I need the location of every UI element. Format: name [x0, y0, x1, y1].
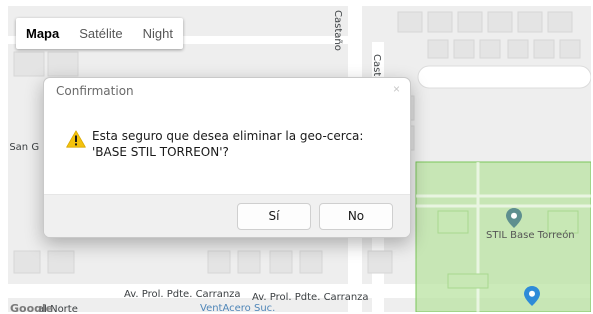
warning-icon	[66, 130, 86, 148]
poi-label-ventacero[interactable]: VentAcero Suc.	[200, 303, 275, 312]
map-type-control: Mapa Satélite Night	[16, 18, 183, 49]
map-type-satellite[interactable]: Satélite	[69, 18, 132, 49]
dialog-title: Confirmation	[56, 84, 134, 98]
map-type-night[interactable]: Night	[133, 18, 183, 49]
dialog-message: Esta seguro que desea eliminar la geo-ce…	[92, 129, 364, 159]
yes-button[interactable]: Sí	[237, 203, 311, 230]
confirmation-dialog: Confirmation × Esta seguro que desea eli…	[43, 77, 411, 238]
google-logo: Google	[10, 302, 54, 312]
close-icon[interactable]: ×	[393, 82, 400, 96]
street-label-san: e San G	[8, 142, 40, 153]
dialog-footer: Sí No	[44, 194, 410, 237]
no-button[interactable]: No	[319, 203, 393, 230]
geofence-label: STIL Base Torreón	[486, 230, 575, 241]
map-type-mapa[interactable]: Mapa	[16, 18, 69, 49]
street-label-castano: Castaño	[332, 10, 343, 51]
street-label-carranza-1: Av. Prol. Pdte. Carranza	[124, 289, 241, 300]
street-label-carranza-2: Av. Prol. Pdte. Carranza	[252, 292, 369, 303]
dialog-body: Esta seguro que desea eliminar la geo-ce…	[44, 106, 410, 194]
